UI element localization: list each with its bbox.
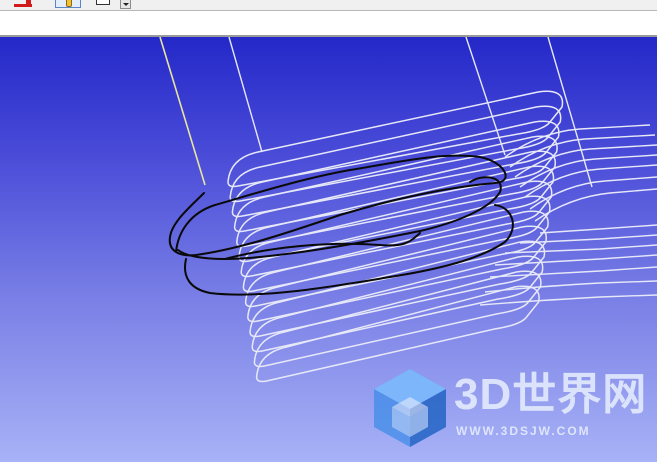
pin-icon[interactable] xyxy=(55,0,81,8)
watermark: 3D世界网 WWW.3DSJW.COM xyxy=(372,367,646,447)
toolpath-passes-right xyxy=(479,124,657,306)
toolbar xyxy=(0,0,657,11)
dropdown-arrow-icon[interactable] xyxy=(120,0,131,9)
lead-line xyxy=(228,37,263,153)
toolpath-loop xyxy=(247,225,548,323)
info-bar xyxy=(0,11,657,37)
rectangle-icon[interactable] xyxy=(96,0,110,5)
red-arrow-icon[interactable] xyxy=(14,0,32,7)
watermark-title: 3D世界网 xyxy=(454,370,648,419)
toolpath-loop xyxy=(253,270,542,368)
3d-viewport[interactable]: 3D世界网 WWW.3DSJW.COM xyxy=(0,37,657,462)
toolpath-loop xyxy=(249,240,546,338)
cam-application-window: 3D世界网 WWW.3DSJW.COM xyxy=(0,0,657,462)
cube-logo-icon xyxy=(374,369,446,447)
lead-line xyxy=(159,37,206,186)
watermark-url: WWW.3DSJW.COM xyxy=(456,424,591,438)
